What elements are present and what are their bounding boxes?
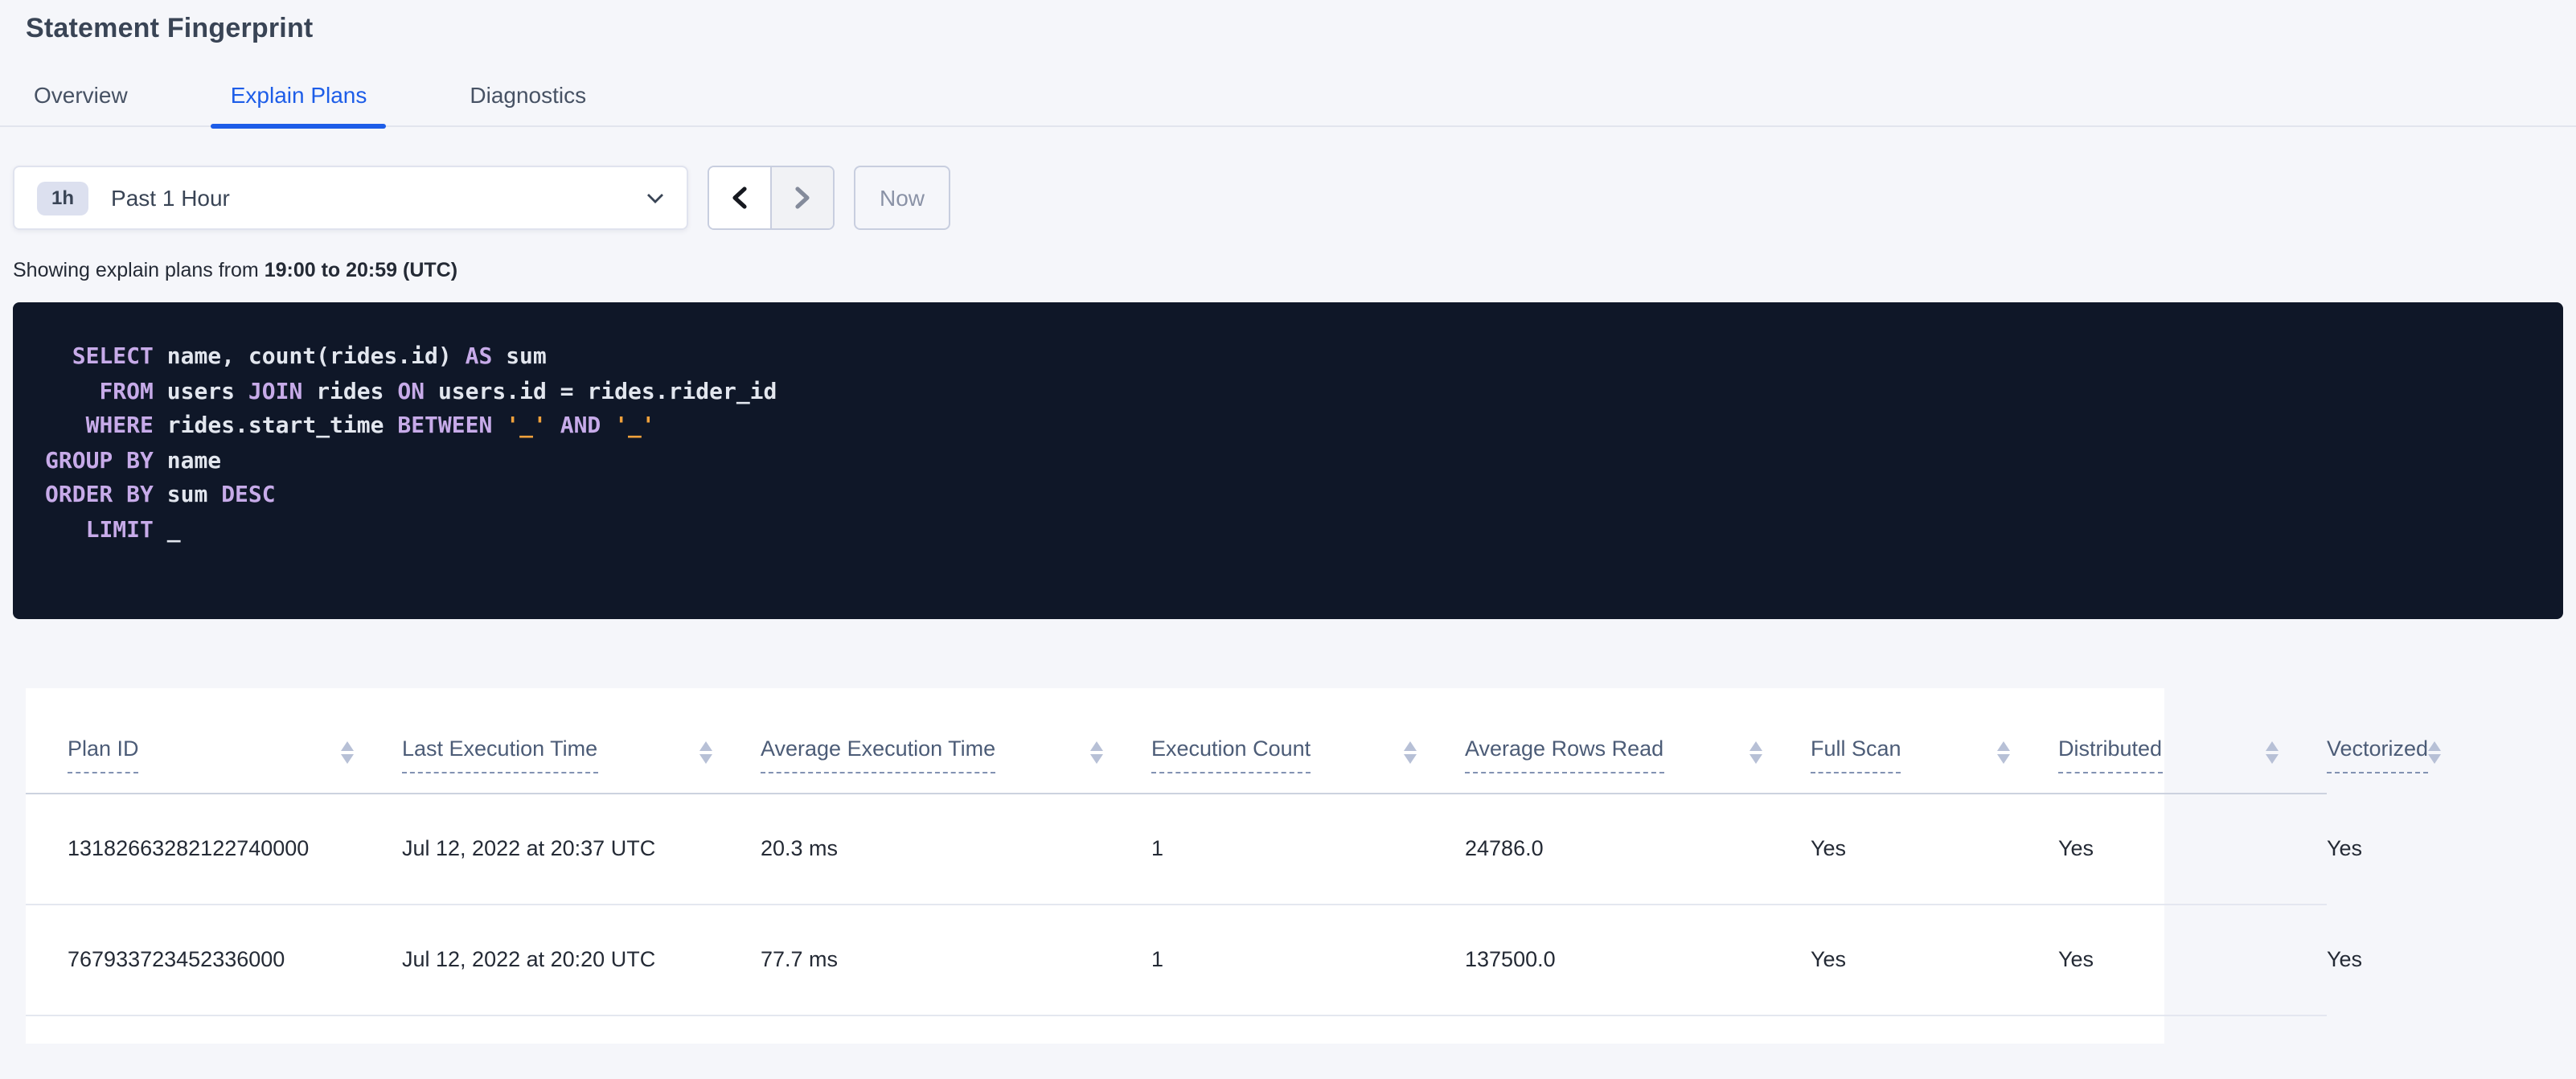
explain-plans-table-panel: Plan ID Last Execution Time Average Exec… bbox=[26, 688, 2442, 1044]
average-execution-time-cell: 20.3 ms bbox=[761, 794, 1151, 905]
chevron-down-icon bbox=[646, 192, 664, 203]
column-header-last-execution-time[interactable]: Last Execution Time bbox=[402, 688, 761, 794]
time-range-label: Past 1 Hour bbox=[111, 185, 230, 211]
tab-explain-plans[interactable]: Explain Plans bbox=[211, 84, 387, 129]
sql-line: ORDER BY sum DESC bbox=[45, 482, 276, 508]
sql-line: LIMIT _ bbox=[85, 517, 181, 543]
tab-bar: Overview Explain Plans Diagnostics bbox=[0, 76, 2576, 129]
chevron-left-icon bbox=[732, 187, 747, 209]
sql-line: WHERE rides.start_time BETWEEN '_' AND '… bbox=[85, 413, 655, 439]
time-nav-group bbox=[708, 166, 835, 230]
distributed-cell: Yes bbox=[2058, 905, 2327, 1016]
execution-count-cell: 1 bbox=[1151, 794, 1465, 905]
previous-time-button[interactable] bbox=[709, 167, 770, 228]
column-header-average-execution-time[interactable]: Average Execution Time bbox=[761, 688, 1151, 794]
sort-icon bbox=[1997, 741, 2010, 764]
last-execution-time-cell: Jul 12, 2022 at 20:20 UTC bbox=[402, 905, 761, 1016]
sql-line: SELECT name, count(rides.id) AS sum bbox=[72, 344, 547, 370]
table-row: 13182663282122740000 Jul 12, 2022 at 20:… bbox=[26, 794, 2362, 905]
sort-icon bbox=[1749, 741, 1762, 764]
explain-plans-table: Plan ID Last Execution Time Average Exec… bbox=[26, 688, 2442, 1016]
sql-statement-box: SELECT name, count(rides.id) AS sum FROM… bbox=[13, 302, 2563, 619]
full-scan-cell: Yes bbox=[1811, 905, 2058, 1016]
summary-range: 19:00 to 20:59 (UTC) bbox=[264, 259, 458, 281]
table-header-row: Plan ID Last Execution Time Average Exec… bbox=[26, 688, 2442, 794]
tab-overview[interactable]: Overview bbox=[14, 84, 147, 125]
column-header-distributed[interactable]: Distributed bbox=[2058, 688, 2327, 794]
time-range-badge: 1h bbox=[37, 181, 89, 215]
next-time-button[interactable] bbox=[770, 167, 833, 228]
sort-icon bbox=[2428, 741, 2442, 764]
statement-fingerprint-page: Statement Fingerprint Overview Explain P… bbox=[0, 0, 2576, 1079]
column-header-plan-id[interactable]: Plan ID bbox=[26, 688, 402, 794]
column-header-average-rows-read[interactable]: Average Rows Read bbox=[1465, 688, 1811, 794]
distributed-cell: Yes bbox=[2058, 794, 2327, 905]
time-range-dropdown[interactable]: 1h Past 1 Hour bbox=[13, 166, 688, 230]
now-button[interactable]: Now bbox=[854, 166, 950, 230]
column-header-full-scan[interactable]: Full Scan bbox=[1811, 688, 2058, 794]
column-header-execution-count[interactable]: Execution Count bbox=[1151, 688, 1465, 794]
time-controls: 1h Past 1 Hour Now bbox=[13, 166, 2576, 230]
chevron-right-icon bbox=[795, 187, 810, 209]
sql-line: GROUP BY name bbox=[45, 448, 222, 474]
showing-range-text: Showing explain plans from 19:00 to 20:5… bbox=[13, 259, 2576, 281]
sort-icon bbox=[1404, 741, 1417, 764]
full-scan-cell: Yes bbox=[1811, 794, 2058, 905]
sort-icon bbox=[699, 741, 712, 764]
sql-line: FROM users JOIN rides ON users.id = ride… bbox=[99, 379, 777, 404]
execution-count-cell: 1 bbox=[1151, 905, 1465, 1016]
plan-id-cell: 13182663282122740000 bbox=[26, 794, 402, 905]
page-title: Statement Fingerprint bbox=[26, 13, 314, 43]
last-execution-time-cell: Jul 12, 2022 at 20:37 UTC bbox=[402, 794, 761, 905]
average-rows-read-cell: 137500.0 bbox=[1465, 905, 1811, 1016]
summary-prefix: Showing explain plans from bbox=[13, 259, 265, 281]
plan-id-cell: 767933723452336000 bbox=[26, 905, 402, 1016]
sort-icon bbox=[2266, 741, 2279, 764]
sort-icon bbox=[1090, 741, 1103, 764]
tab-diagnostics[interactable]: Diagnostics bbox=[450, 84, 605, 125]
average-rows-read-cell: 24786.0 bbox=[1465, 794, 1811, 905]
average-execution-time-cell: 77.7 ms bbox=[761, 905, 1151, 1016]
table-row: 767933723452336000 Jul 12, 2022 at 20:20… bbox=[26, 905, 2362, 1016]
sort-icon bbox=[341, 741, 354, 764]
